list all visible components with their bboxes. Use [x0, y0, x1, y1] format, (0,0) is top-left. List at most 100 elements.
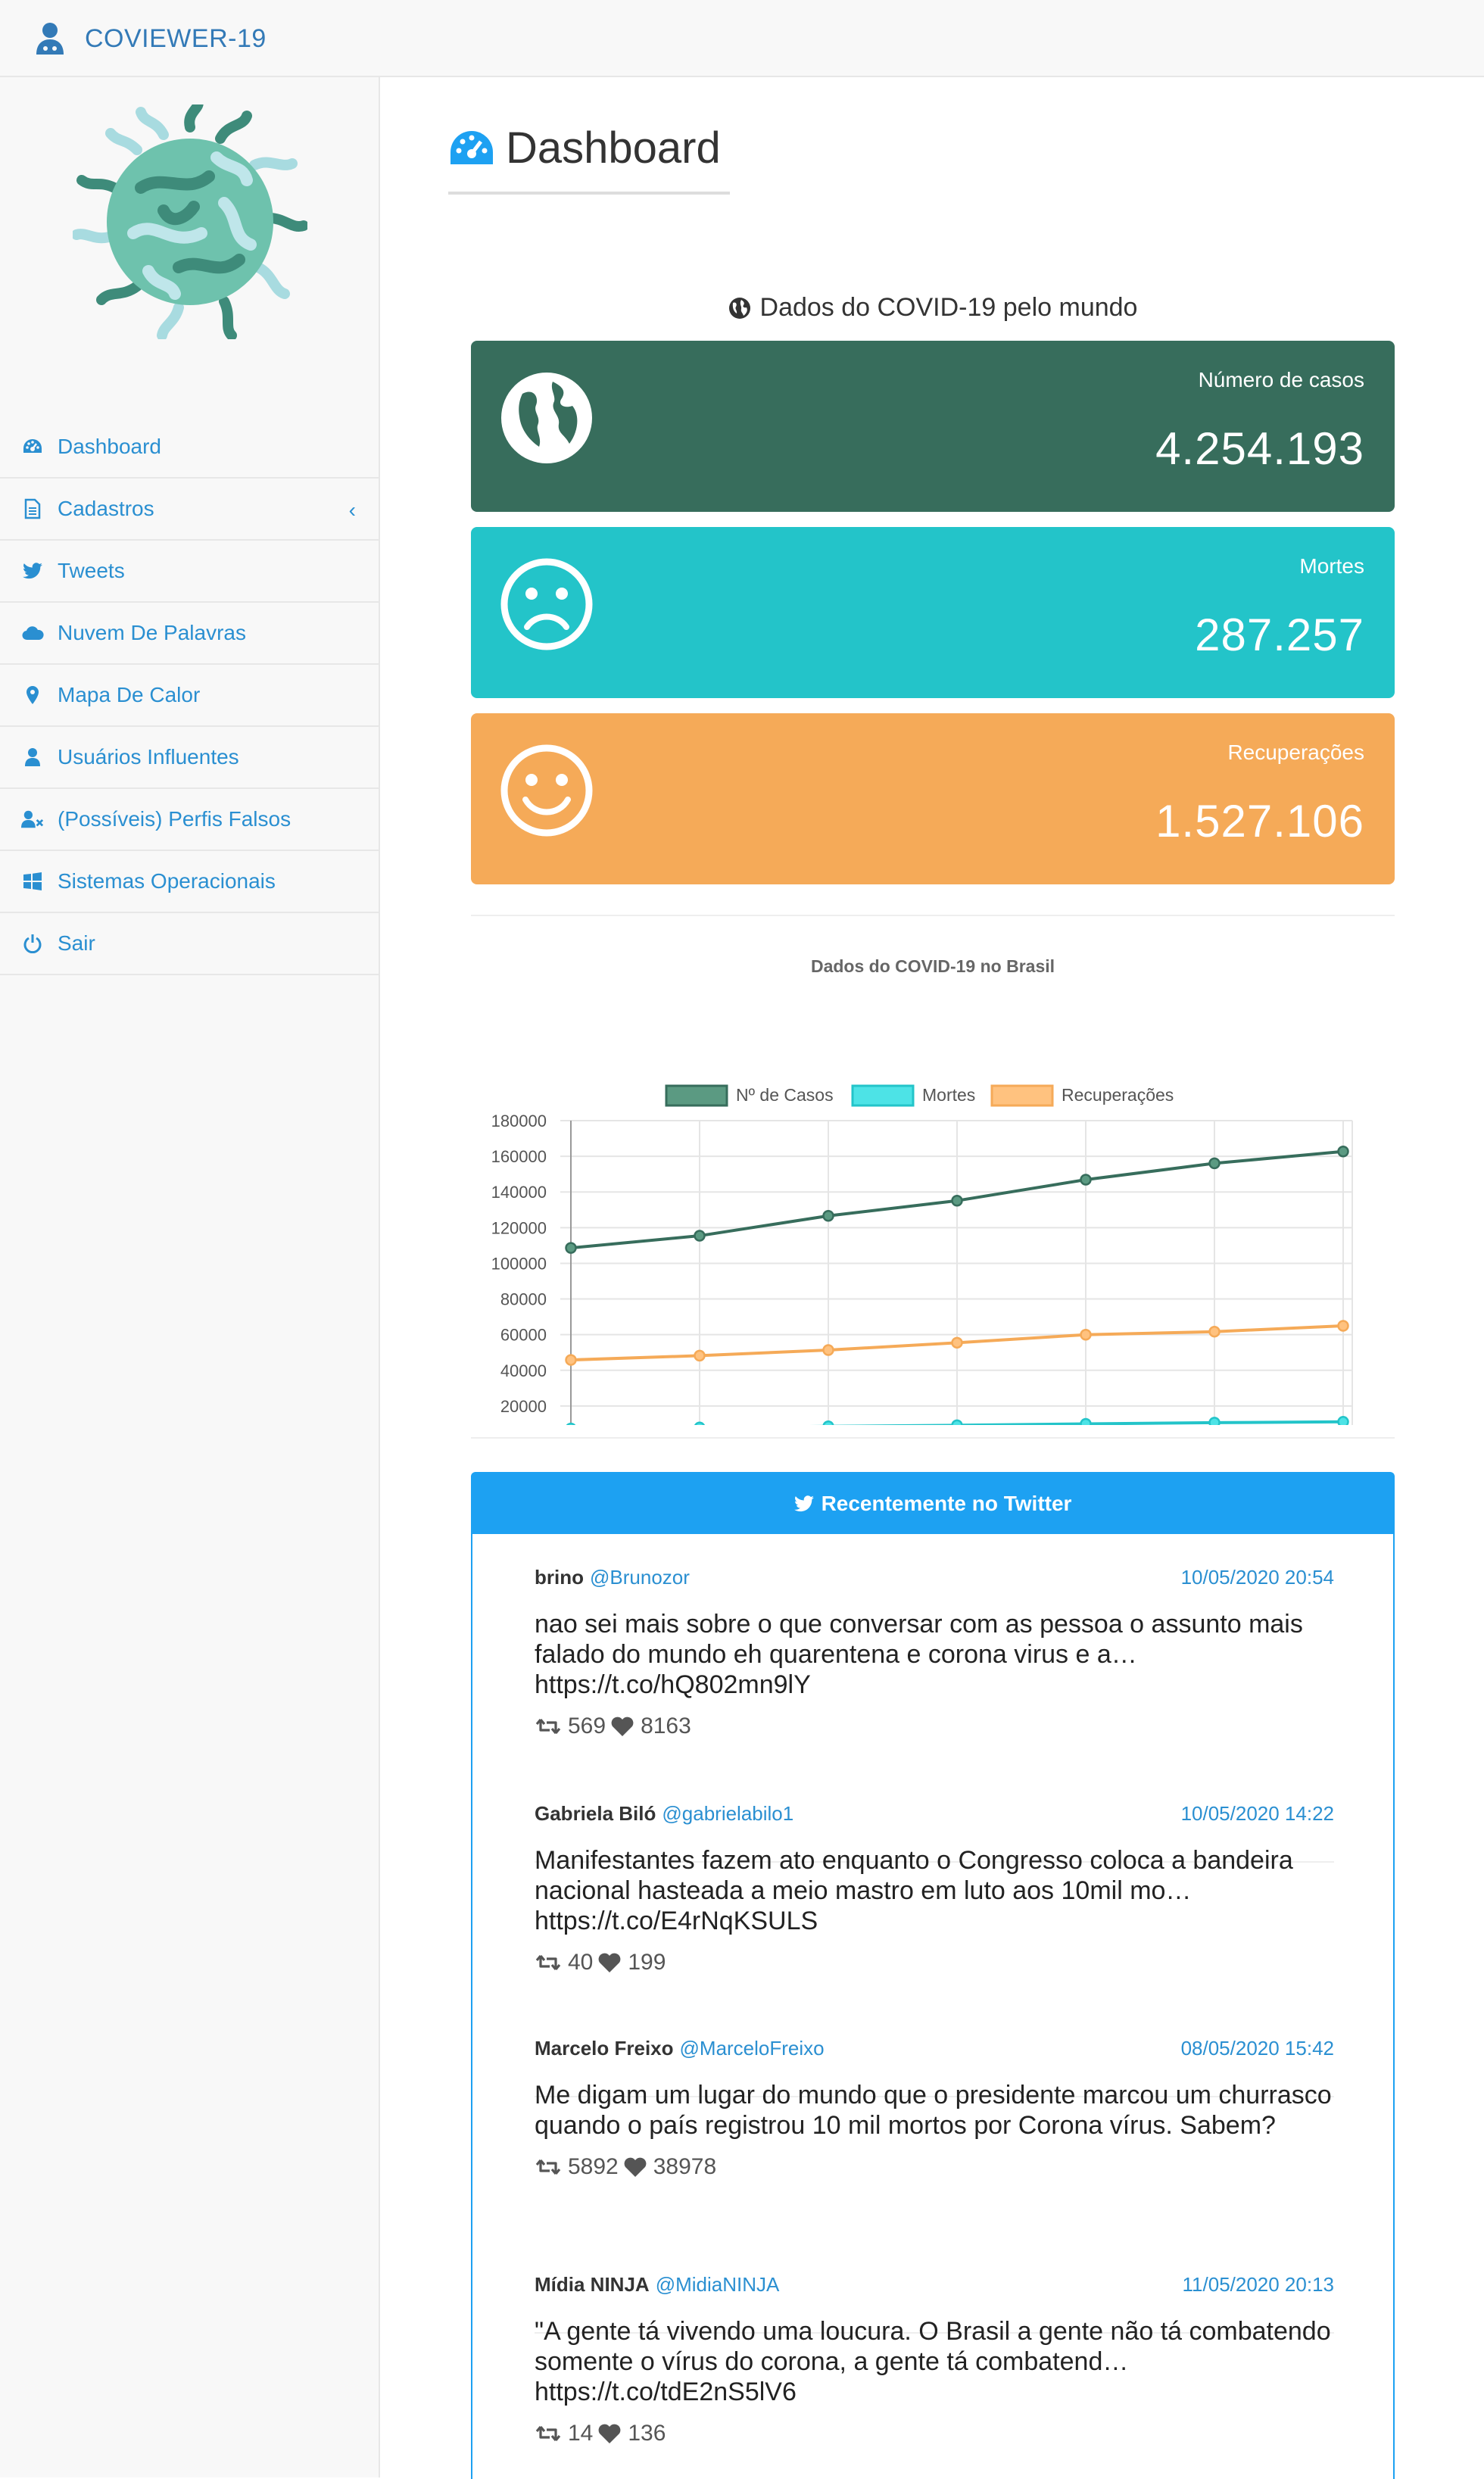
- sidebar-item-label: Nuvem De Palavras: [58, 621, 246, 644]
- data-point: [1208, 1417, 1221, 1429]
- chart-title: Dados do COVID-19 no Brasil: [811, 956, 1055, 976]
- tweet-date: 10/05/2020 14:22: [1180, 1802, 1334, 1825]
- y-tick-label: 60000: [500, 1326, 547, 1345]
- data-point: [951, 1419, 963, 1432]
- sidebar-item-dashboard[interactable]: Dashboard: [0, 416, 379, 479]
- sidebar-item-perfis-falsos[interactable]: (Possíveis) Perfis Falsos: [0, 789, 379, 851]
- tweet-date: 10/05/2020 20:54: [1180, 1566, 1334, 1589]
- y-tick-label: 100000: [491, 1254, 547, 1273]
- card-recoveries: Recuperações 1.527.106: [471, 713, 1395, 884]
- smile-icon: [500, 744, 593, 837]
- data-point: [694, 1349, 706, 1362]
- brazil-chart: Dados do COVID-19 no Brasil Nº de Casos M…: [471, 940, 1395, 1476]
- data-point: [565, 1242, 577, 1254]
- tweet-item: brino @Brunozor 10/05/2020 20:54 nao sei …: [535, 1566, 1334, 1739]
- data-point: [822, 1420, 834, 1433]
- sidebar-item-label: Mapa De Calor: [58, 683, 201, 706]
- card-deaths-label: Mortes: [1299, 554, 1364, 578]
- virus-logo: [73, 104, 307, 339]
- tweet-likes: 199: [628, 1950, 666, 1975]
- tweet-handle-link[interactable]: @Brunozor: [590, 1566, 690, 1589]
- user-icon: [21, 746, 44, 769]
- tweet-likes: 38978: [653, 2154, 717, 2179]
- brand-link[interactable]: COVIEWER-19: [35, 21, 267, 56]
- y-tick-label: 140000: [491, 1183, 547, 1202]
- card-recoveries-value: 1.527.106: [1155, 796, 1364, 847]
- user-md-icon: [36, 23, 64, 55]
- sidebar-item-sair[interactable]: Sair: [0, 913, 379, 975]
- tweet-text: Me digam um lugar do mundo que o preside…: [535, 2081, 1332, 2140]
- sidebar-item-tweets[interactable]: Tweets: [0, 541, 379, 603]
- data-point: [1080, 1417, 1092, 1430]
- tweet-text: "A gente tá vivendo uma loucura. O Brasi…: [535, 2317, 1331, 2406]
- twitter-icon: [793, 1495, 814, 1512]
- data-point: [1337, 1416, 1349, 1428]
- sidebar-item-label: Sair: [58, 931, 95, 955]
- card-recoveries-label: Recuperações: [1227, 741, 1364, 764]
- chevron-left-icon[interactable]: ‹: [349, 498, 356, 522]
- divider: [471, 1437, 1395, 1439]
- tweet-text: Manifestantes fazem ato enquanto o Congr…: [535, 1846, 1293, 1935]
- data-point: [1337, 1320, 1349, 1332]
- tweet-author: Gabriela Biló: [535, 1802, 656, 1825]
- legend-label: Recuperações: [1062, 1085, 1174, 1105]
- legend-label: Mortes: [922, 1085, 975, 1105]
- tweet-likes: 8163: [641, 1713, 691, 1738]
- page-header: Dashboard: [448, 123, 730, 195]
- tweet-author: brino: [535, 1566, 584, 1589]
- tweet-item: Mídia NINJA @MidiaNINJA 11/05/2020 20:13 …: [535, 2273, 1334, 2446]
- page-title: Dashboard: [506, 123, 721, 173]
- globe-icon: [728, 297, 750, 319]
- sidebar-item-label: Tweets: [58, 559, 125, 582]
- card-cases-label: Número de casos: [1198, 368, 1364, 391]
- sidebar-item-sistemas-operacionais[interactable]: Sistemas Operacionais: [0, 851, 379, 913]
- card-deaths: Mortes 287.257: [471, 527, 1395, 698]
- map-marker-icon: [21, 684, 44, 706]
- retweet-icon: [535, 1954, 561, 1971]
- retweet-icon: [535, 2425, 561, 2442]
- brazil-chart-svg: Dados do COVID-19 no Brasil Nº de Casos M…: [491, 956, 1385, 1476]
- cloud-icon: [21, 622, 44, 644]
- heart-icon: [611, 1717, 634, 1736]
- tweet-retweets: 569: [568, 1713, 606, 1738]
- sidebar-item-nuvem-de-palavras[interactable]: Nuvem De Palavras: [0, 603, 379, 665]
- data-point: [1080, 1329, 1092, 1341]
- user-times-icon: [21, 808, 44, 831]
- heart-icon: [598, 2424, 621, 2443]
- y-tick-label: 120000: [491, 1218, 547, 1237]
- data-point: [565, 1422, 577, 1435]
- tweet-retweets: 40: [568, 1950, 594, 1975]
- sidebar-item-label: Cadastros: [58, 497, 154, 520]
- y-tick-label: 40000: [500, 1361, 547, 1380]
- tweet-likes: 136: [628, 2421, 666, 2446]
- tweet-date: 11/05/2020 20:13: [1182, 2273, 1334, 2296]
- tweet-retweets: 5892: [568, 2154, 619, 2179]
- tweet-handle-link[interactable]: @MarceloFreixo: [680, 2037, 825, 2060]
- tweet-retweets: 14: [568, 2421, 594, 2446]
- frown-icon: [500, 558, 593, 650]
- card-deaths-value: 287.257: [1195, 610, 1364, 660]
- y-tick-label: 80000: [500, 1290, 547, 1309]
- data-point: [951, 1195, 963, 1207]
- file-icon: [21, 497, 44, 520]
- top-navbar: COVIEWER-19: [0, 0, 1484, 77]
- sidebar-item-usuarios-influentes[interactable]: Usuários Influentes: [0, 727, 379, 789]
- sidebar-item-label: Sistemas Operacionais: [58, 869, 276, 893]
- tweet-author: Marcelo Freixo: [535, 2037, 674, 2060]
- card-cases: Número de casos 4.254.193: [471, 341, 1395, 512]
- retweet-icon: [535, 2159, 561, 2175]
- sidebar-item-cadastros[interactable]: Cadastros ‹: [0, 479, 379, 541]
- sidebar-item-mapa-de-calor[interactable]: Mapa De Calor: [0, 665, 379, 727]
- data-point: [822, 1210, 834, 1222]
- y-tick-label: 160000: [491, 1147, 547, 1166]
- heart-icon: [624, 2157, 647, 2177]
- data-point: [694, 1230, 706, 1242]
- twitter-panel-title: Recentemente no Twitter: [821, 1492, 1072, 1515]
- tweet-handle-link[interactable]: @MidiaNINJA: [656, 2273, 780, 2296]
- main-content: Dashboard Dados do COVID-19 pelo mundo N…: [380, 77, 1484, 2479]
- data-point: [1080, 1174, 1092, 1186]
- globe-icon: [501, 373, 592, 463]
- retweet-icon: [535, 1718, 561, 1735]
- tweet-date: 08/05/2020 15:42: [1180, 2037, 1334, 2060]
- tweet-handle-link[interactable]: @gabrielabilo1: [662, 1802, 793, 1825]
